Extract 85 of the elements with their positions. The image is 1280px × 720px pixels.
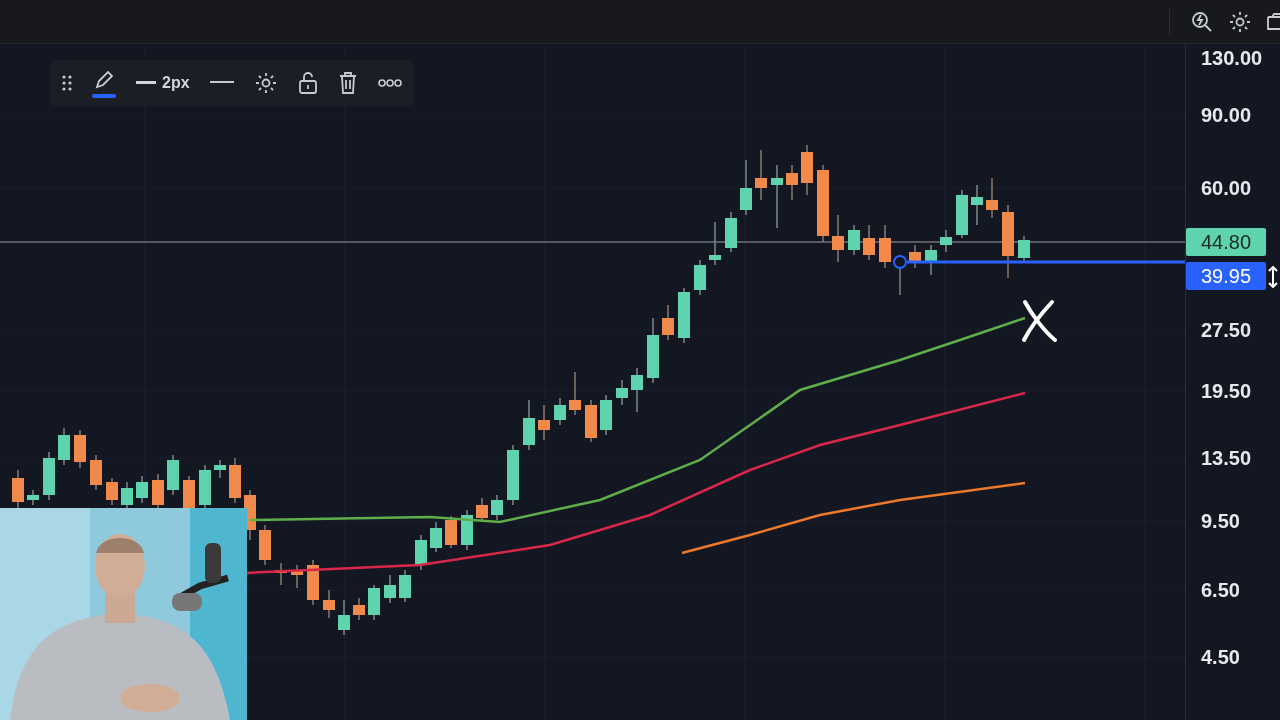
line-price-tag: 39.95 — [1186, 262, 1266, 290]
alert-search-icon[interactable] — [1190, 9, 1214, 34]
candle — [323, 589, 335, 619]
candle — [152, 473, 164, 511]
price-label: 4.50 — [1201, 645, 1240, 669]
candle — [199, 464, 211, 511]
candle — [307, 559, 319, 606]
more-icon[interactable] — [377, 79, 402, 87]
price-label: 130.00 — [1201, 46, 1263, 70]
candle — [229, 457, 241, 504]
candle — [554, 397, 566, 426]
candle — [491, 494, 503, 521]
candle — [848, 224, 860, 256]
candle — [259, 524, 271, 566]
candle — [338, 599, 350, 636]
candle — [368, 584, 380, 621]
candle — [399, 569, 411, 603]
candle — [136, 475, 148, 504]
candle — [600, 394, 612, 436]
candle — [631, 367, 643, 413]
resize-cursor-icon — [1268, 266, 1278, 288]
line-style-icon[interactable] — [209, 81, 234, 85]
candle — [1018, 235, 1030, 263]
candle — [986, 177, 998, 219]
horizontal-line[interactable] — [893, 255, 1185, 269]
price-label: 27.50 — [1201, 318, 1252, 342]
candle — [832, 214, 844, 263]
candle — [291, 564, 303, 589]
candle — [74, 429, 86, 469]
candle — [616, 379, 628, 406]
candle — [430, 521, 442, 553]
price-label: 6.50 — [1201, 578, 1240, 602]
current-price-tag: 44.80 — [1186, 228, 1266, 256]
candle — [415, 534, 427, 571]
candle — [740, 159, 752, 216]
price-label: 90.00 — [1201, 103, 1252, 127]
price-label: 9.50 — [1201, 509, 1240, 533]
candle — [647, 317, 659, 384]
candle — [538, 404, 550, 441]
candle — [121, 481, 133, 511]
unlock-icon[interactable] — [297, 71, 318, 95]
candle — [27, 489, 39, 506]
price-label: 19.50 — [1201, 379, 1252, 403]
line-color-swatch[interactable] — [92, 93, 116, 98]
candle — [167, 454, 179, 496]
candle — [786, 164, 798, 201]
candle — [971, 184, 983, 226]
candle — [771, 164, 783, 229]
candle — [12, 469, 24, 509]
candle — [662, 304, 674, 341]
candle — [43, 451, 55, 501]
candle — [58, 427, 70, 466]
line-width-button[interactable]: 2px — [136, 74, 190, 92]
candle — [353, 597, 365, 621]
candle — [879, 224, 891, 269]
candle — [507, 444, 519, 506]
price-label: 60.00 — [1201, 176, 1252, 200]
candle — [461, 509, 473, 551]
candle — [523, 399, 535, 451]
candle — [569, 371, 581, 416]
candle — [755, 149, 767, 201]
candle — [214, 459, 226, 479]
candle — [90, 454, 102, 491]
drag-handle-icon[interactable] — [62, 75, 72, 91]
candle — [725, 211, 737, 253]
candle — [863, 224, 875, 261]
trash-icon[interactable] — [337, 71, 358, 95]
line-width-icon — [136, 81, 156, 85]
pencil-icon[interactable] — [93, 68, 115, 91]
candle — [694, 259, 706, 296]
candle — [925, 244, 937, 276]
candle — [445, 515, 457, 549]
candle — [956, 189, 968, 239]
price-label: 13.50 — [1201, 446, 1252, 470]
candle — [801, 144, 813, 196]
candle — [106, 477, 118, 506]
candle — [678, 287, 690, 344]
settings-icon[interactable] — [1228, 9, 1252, 34]
cross-mark-drawing — [1022, 300, 1057, 342]
candle — [709, 221, 721, 266]
candle — [585, 399, 597, 443]
candle — [940, 229, 952, 253]
candle — [909, 244, 921, 269]
settings-icon[interactable] — [253, 71, 278, 95]
candle — [384, 574, 396, 604]
